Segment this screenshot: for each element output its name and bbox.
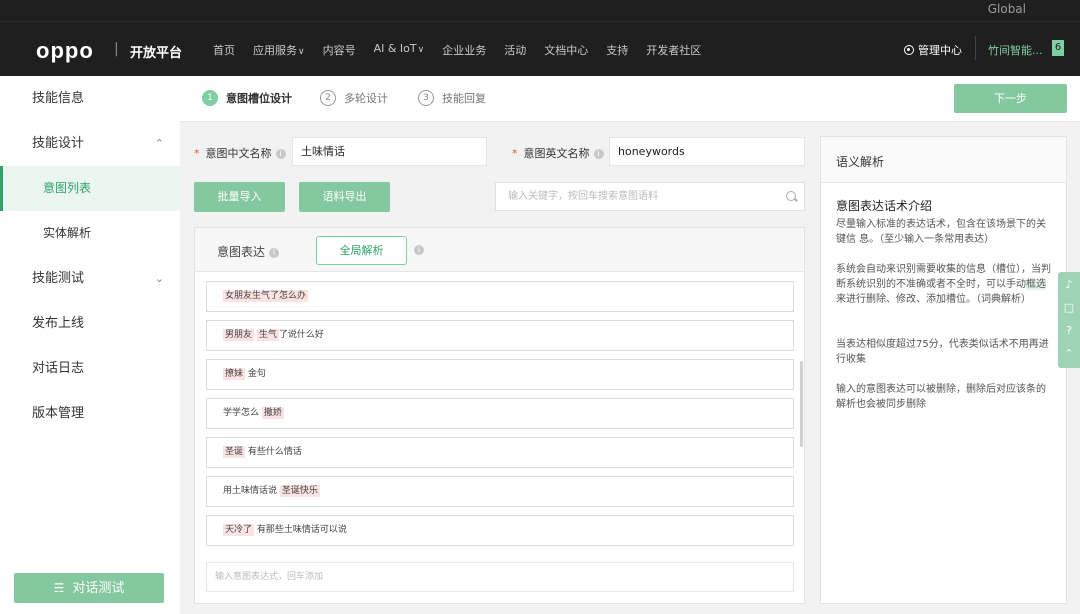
help-icon[interactable]: ?	[1062, 324, 1076, 338]
panel-header: 意图表达 i 全局解析 i	[195, 228, 804, 272]
sidebar-item-dialog-log[interactable]: 对话日志	[0, 346, 180, 391]
notification-badge[interactable]: 6	[1052, 40, 1064, 56]
expression-row[interactable]: 天冷了 有那些土味情话可以说	[206, 515, 794, 546]
info-icon[interactable]: i	[414, 245, 424, 255]
manage-center-label: 管理中心	[918, 44, 962, 57]
region-link[interactable]: Global	[988, 2, 1026, 16]
next-step-button[interactable]: 下一步	[954, 84, 1067, 113]
top-strip: Global	[0, 0, 1080, 22]
expression-text: 有些什么情话	[245, 447, 302, 457]
batch-import-button[interactable]: 批量导入	[194, 182, 285, 212]
chat-icon: ☴	[53, 581, 65, 595]
logo[interactable]: oppo	[36, 38, 94, 64]
nav-item[interactable]: 开发者社区	[646, 42, 701, 58]
expression-row[interactable]: 学学怎么 撒娇	[206, 398, 794, 429]
cn-name-label: * 意图中文名称 i	[194, 145, 286, 161]
expression-text: 金句	[245, 369, 266, 379]
expression-row[interactable]: 用土味情话说 圣诞快乐	[206, 476, 794, 507]
search-icon[interactable]	[786, 191, 796, 201]
slot-highlight[interactable]: 撩妹	[223, 368, 246, 380]
intent-expression-panel: 意图表达 i 全局解析 i 女朋友生气了怎么办 男朋友 生气 了说什么好 撩妹 金句 学学…	[194, 227, 805, 604]
header-divider	[975, 36, 976, 60]
semantic-paragraph: 输入的意图表达可以被删除，删除后对应该条的解析也会被同步删除	[836, 384, 1046, 410]
nav-item[interactable]: 企业业务	[442, 42, 486, 58]
global-parse-button[interactable]: 全局解析	[316, 236, 407, 265]
step-intent-slot[interactable]: 1 意图槽位设计	[202, 90, 292, 106]
step-number: 3	[418, 90, 434, 106]
cn-name-input[interactable]: 土味情话	[292, 137, 487, 166]
info-icon[interactable]: i	[269, 247, 280, 258]
nav-item[interactable]: 内容号	[323, 42, 356, 58]
slot-highlight[interactable]: 撒娇	[261, 407, 284, 419]
platform-title[interactable]: 开放平台	[130, 42, 182, 61]
expression-text: 有那些土味情话可以说	[254, 525, 347, 535]
nav-item[interactable]: 支持	[606, 42, 628, 58]
header: oppo | 开放平台 首页 应用服务 内容号 AI & IoT 企业业务 活动 文档中心 支…	[0, 22, 1080, 76]
semantic-header: 语义解析	[821, 137, 1066, 183]
expression-row[interactable]: 撩妹 金句	[206, 359, 794, 390]
semantic-paragraph: 尽量输入标准的表达话术，包含在该场景下的关键信 息。（至少输入一条常用表达）	[836, 219, 1046, 245]
en-name-label: * 意图英文名称 i	[512, 145, 604, 161]
semantic-title: 语义解析	[836, 155, 885, 169]
expression-row[interactable]: 男朋友 生气 了说什么好	[206, 320, 794, 351]
semantic-paragraph: 当表达相似度超过75分，代表类似话术不用再进行收集	[836, 339, 1049, 365]
step-multi-turn[interactable]: 2 多轮设计	[320, 90, 388, 106]
dialog-test-button[interactable]: ☴ 对话测试	[14, 573, 164, 603]
main-nav: 首页 应用服务 内容号 AI & IoT 企业业务 活动 文档中心 支持 开发者社区	[213, 42, 719, 58]
sidebar-item-publish[interactable]: 发布上线	[0, 301, 180, 346]
slot-highlight[interactable]: 天冷了	[223, 524, 255, 536]
nav-item[interactable]: 首页	[213, 42, 235, 58]
slot-highlight[interactable]: 圣诞	[223, 446, 246, 458]
logo-separator: |	[114, 41, 119, 57]
sidebar-item-skill-test[interactable]: 技能测试 ⌄	[0, 256, 180, 301]
manage-center-icon	[904, 45, 914, 55]
sidebar-item-intent-list[interactable]: 意图列表	[0, 166, 180, 211]
scrollbar[interactable]	[800, 361, 803, 447]
user-name[interactable]: 竹间智能...	[988, 42, 1043, 58]
sidebar-item-entity-parse[interactable]: 实体解析	[0, 211, 180, 256]
headset-icon[interactable]: ♪	[1062, 278, 1076, 292]
semantic-paragraph: 系统会自动来识别需要收集的信息（槽位），当判断系统识别的不准确或者不全时，可以手…	[836, 264, 1051, 305]
nav-item[interactable]: 活动	[504, 42, 526, 58]
expression-row[interactable]: 女朋友生气了怎么办	[206, 281, 794, 312]
nav-item[interactable]: 文档中心	[544, 42, 588, 58]
sidebar-item-skill-info[interactable]: 技能信息	[0, 76, 180, 121]
panel-title: 意图表达 i	[217, 243, 280, 260]
slot-highlight[interactable]: 女朋友生气了怎么办	[223, 290, 309, 302]
info-icon[interactable]: i	[275, 149, 286, 159]
step-number: 2	[320, 90, 336, 106]
sidebar-item-skill-design[interactable]: 技能设计 ⌃	[0, 121, 180, 166]
step-number: 1	[202, 90, 218, 106]
message-icon[interactable]: □	[1062, 301, 1076, 315]
step-reply[interactable]: 3 技能回复	[418, 90, 486, 106]
slot-highlight[interactable]: 生气	[256, 329, 279, 341]
info-icon[interactable]: i	[593, 149, 604, 159]
chevron-down-icon: ⌄	[154, 272, 164, 285]
nav-item[interactable]: AI & IoT	[374, 42, 425, 58]
back-to-top-icon[interactable]: ⌃	[1062, 347, 1076, 361]
add-expression-input[interactable]: 输入意图表达式，回车添加	[206, 562, 794, 592]
sidebar: 技能信息 技能设计 ⌃ 意图列表 实体解析 技能测试 ⌄ 发布上线 对话日志 版本管…	[0, 76, 180, 614]
expression-text: 学学怎么	[223, 408, 262, 418]
search-input[interactable]: 输入关键字，按回车搜索意图语料	[495, 182, 805, 211]
floating-toolbar: ♪ □ ? ⌃	[1058, 272, 1080, 368]
chevron-up-icon: ⌃	[154, 137, 164, 150]
en-name-input[interactable]: honeywords	[609, 137, 805, 166]
sidebar-item-version[interactable]: 版本管理	[0, 391, 180, 436]
step-bar: 1 意图槽位设计 2 多轮设计 3 技能回复 下一步	[180, 76, 1080, 122]
semantic-panel: 语义解析 意图表达话术介绍 尽量输入标准的表达话术，包含在该场景下的关键信 息。…	[820, 136, 1067, 604]
manage-center-link[interactable]: 管理中心	[904, 42, 962, 58]
nav-item[interactable]: 应用服务	[253, 42, 305, 58]
slot-highlight[interactable]: 男朋友	[223, 329, 255, 341]
slot-highlight[interactable]: 圣诞快乐	[279, 485, 320, 497]
expression-row[interactable]: 圣诞 有些什么情话	[206, 437, 794, 468]
semantic-subtitle: 意图表达话术介绍	[836, 199, 933, 213]
expression-text: 了说什么好	[278, 330, 324, 340]
corpus-export-button[interactable]: 语料导出	[299, 182, 390, 212]
expression-text: 用土味情话说	[223, 486, 280, 496]
